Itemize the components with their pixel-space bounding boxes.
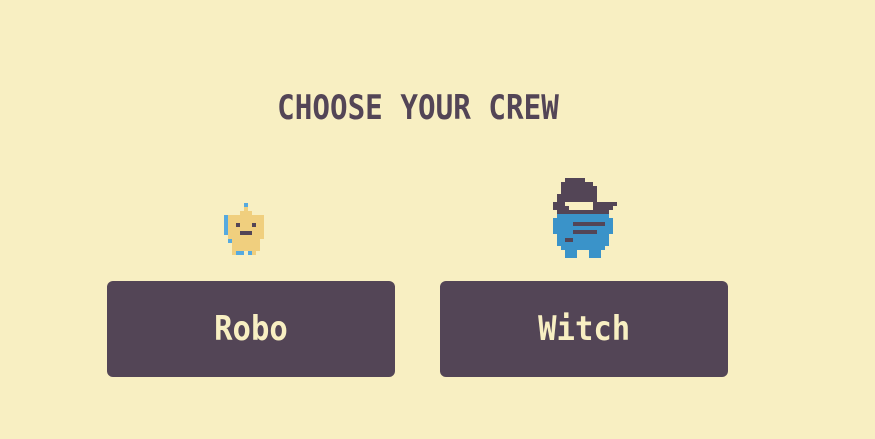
robot-sprite-icon bbox=[224, 203, 268, 259]
witch-sprite-icon bbox=[553, 178, 617, 258]
robo-button[interactable]: Robo bbox=[107, 281, 395, 377]
witch-button-label: Witch bbox=[537, 309, 631, 349]
witch-button[interactable]: Witch bbox=[440, 281, 728, 377]
screen-title: CHOOSE YOUR CREW bbox=[277, 88, 559, 128]
crew-select-screen: CHOOSE YOUR CREW Robo Witch bbox=[0, 0, 875, 439]
robo-button-label: Robo bbox=[214, 309, 288, 349]
